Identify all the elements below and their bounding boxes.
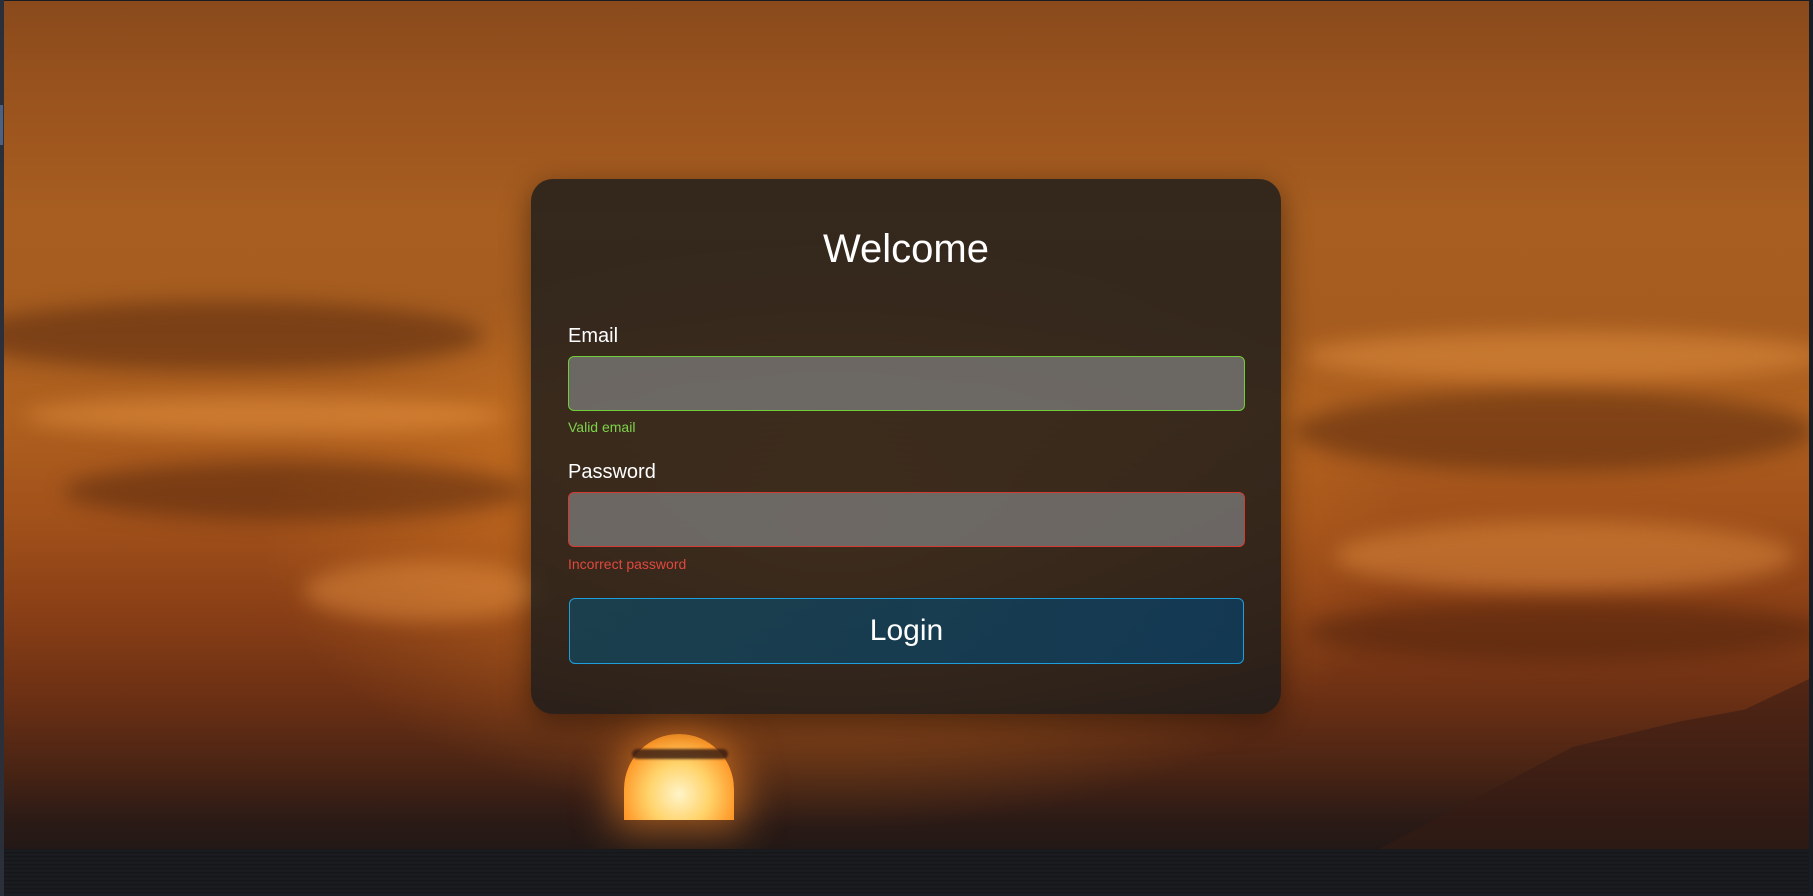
email-field[interactable]	[568, 356, 1245, 411]
login-card: Welcome Email Valid email Password Incor…	[531, 179, 1281, 714]
password-field[interactable]	[568, 492, 1245, 547]
cloud	[1304, 601, 1809, 661]
cloud	[4, 301, 484, 371]
cloud	[1304, 331, 1809, 381]
password-label: Password	[568, 461, 656, 483]
page-title: Welcome	[823, 227, 989, 271]
email-label: Email	[568, 325, 619, 347]
cloud	[64, 461, 524, 521]
email-validation-message: Valid email	[568, 419, 636, 435]
cloud	[1294, 391, 1809, 471]
cloud	[304, 561, 544, 621]
cloud	[24, 396, 504, 436]
password-error-message: Incorrect password	[568, 556, 687, 572]
sea	[4, 849, 1809, 893]
mountain-silhouette	[1379, 679, 1809, 849]
sun	[624, 734, 734, 820]
edge-scroll-thumb[interactable]	[0, 105, 3, 145]
cloud	[632, 749, 728, 759]
login-button[interactable]: Login	[569, 598, 1244, 664]
cloud	[1334, 521, 1794, 591]
